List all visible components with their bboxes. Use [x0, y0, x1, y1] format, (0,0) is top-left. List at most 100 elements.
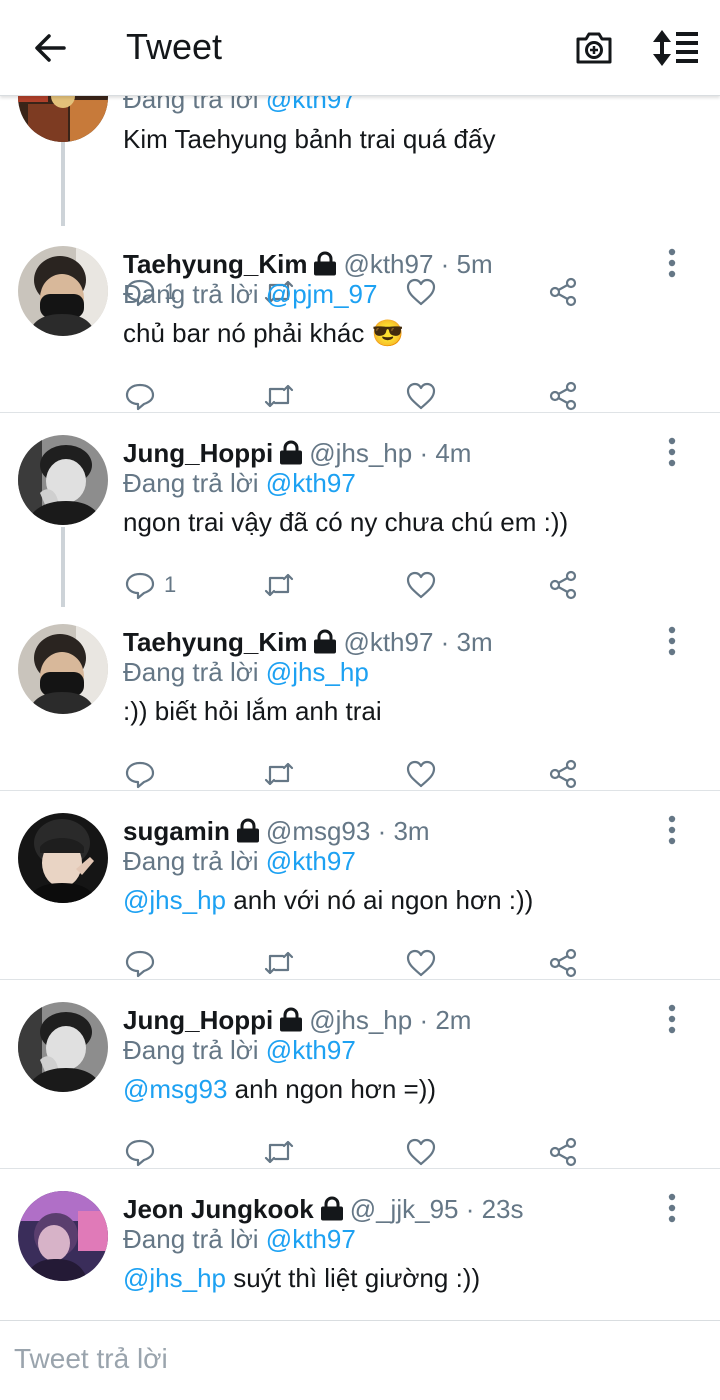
share-button[interactable] — [547, 565, 579, 605]
share-icon — [549, 948, 577, 978]
retweet-icon — [264, 762, 294, 786]
tweet-author[interactable]: Taehyung_Kim @kth97 · 5m — [123, 246, 493, 282]
reply-input-placeholder[interactable]: Tweet trả lời — [14, 1343, 168, 1375]
like-icon — [406, 1138, 436, 1166]
avatar[interactable] — [18, 246, 108, 336]
more-vertical-icon[interactable] — [662, 1002, 682, 1036]
tweet-actions — [0, 376, 720, 416]
text-mention[interactable]: @jhs_hp — [123, 1263, 226, 1293]
tweet-author[interactable]: Jung_Hoppi @jhs_hp · 4m — [123, 435, 471, 471]
share-button[interactable] — [547, 943, 579, 983]
tweet-item[interactable]: Jung_Hoppi @jhs_hp · 2m Đang trả lời @kt… — [0, 980, 720, 1169]
tweet-item[interactable]: Đang trả lời @kth97 Kim Taehyung bảnh tr… — [0, 96, 720, 307]
avatar[interactable] — [18, 813, 108, 903]
more-vertical-icon[interactable] — [662, 435, 682, 469]
handle-and-time: @jhs_hp · 4m — [309, 437, 472, 468]
reply-composer[interactable]: Tweet trả lời — [0, 1320, 720, 1400]
display-name[interactable]: Jeon Jungkook — [123, 1194, 314, 1225]
reply-button[interactable]: 1 — [124, 565, 176, 605]
share-button[interactable] — [547, 1132, 579, 1172]
share-button[interactable] — [547, 754, 579, 794]
avatar[interactable] — [18, 1002, 108, 1092]
sort-icon[interactable] — [652, 26, 702, 70]
retweet-icon — [264, 951, 294, 975]
like-button[interactable] — [405, 754, 437, 794]
more-vertical-icon[interactable] — [662, 1191, 682, 1225]
camera-icon[interactable] — [572, 26, 616, 70]
display-name[interactable]: Taehyung_Kim — [123, 627, 307, 658]
tweet-text: ngon trai vậy đã có ny chưa chú em :)) — [123, 507, 569, 537]
share-icon — [549, 570, 577, 600]
reply-to-mention[interactable]: @pjm_97 — [266, 279, 378, 309]
lock-icon — [320, 1196, 343, 1221]
page-title: Tweet — [126, 26, 223, 67]
tweet-author[interactable]: Jung_Hoppi @jhs_hp · 2m — [123, 1002, 471, 1038]
tweet-item[interactable]: Jeon Jungkook @_jjk_95 · 23s Đang trả lờ… — [0, 1169, 720, 1320]
tweet-text: @jhs_hp suýt thì liệt giường :)) — [123, 1263, 481, 1293]
tweet-item[interactable]: Jung_Hoppi @jhs_hp · 4m Đang trả lời @kt… — [0, 413, 720, 607]
tweet-actions — [0, 943, 720, 983]
tweet-item[interactable]: Taehyung_Kim @kth97 · 3m Đang trả lời @j… — [0, 602, 720, 791]
reply-context: Đang trả lời @kth97 — [123, 846, 356, 876]
reply-button[interactable] — [124, 376, 164, 416]
tweet-author[interactable]: Taehyung_Kim @kth97 · 3m — [123, 624, 493, 660]
reply-to-mention[interactable]: @kth97 — [266, 1035, 356, 1065]
text-mention[interactable]: @jhs_hp — [123, 885, 226, 915]
lock-icon — [236, 818, 259, 843]
avatar[interactable] — [18, 435, 108, 525]
lock-icon — [280, 440, 303, 465]
reply-context: Đang trả lời @kth97 — [123, 468, 356, 498]
reply-button[interactable] — [124, 1132, 164, 1172]
retweet-icon — [264, 384, 294, 408]
tweet-text: @jhs_hp anh với nó ai ngon hơn :)) — [123, 885, 534, 915]
tweet-text: chủ bar nó phải khác 😎 — [123, 318, 404, 348]
reply-button[interactable] — [124, 754, 164, 794]
reply-icon — [125, 761, 155, 789]
tweet-text: Kim Taehyung bảnh trai quá đấy — [123, 124, 496, 154]
conversation-feed[interactable]: Đang trả lời @kth97 Kim Taehyung bảnh tr… — [0, 96, 720, 1320]
like-button[interactable] — [405, 1132, 437, 1172]
share-button[interactable] — [547, 376, 579, 416]
top-bar: Tweet — [0, 0, 720, 96]
avatar[interactable] — [18, 96, 108, 142]
text-mention[interactable]: @msg93 — [123, 1074, 227, 1104]
display-name[interactable]: sugamin — [123, 816, 230, 847]
like-icon — [406, 571, 436, 599]
reply-icon — [125, 1139, 155, 1167]
like-icon — [406, 949, 436, 977]
reply-button[interactable] — [124, 943, 164, 983]
more-vertical-icon[interactable] — [662, 624, 682, 658]
reply-to-mention[interactable]: @kth97 — [266, 846, 356, 876]
tweet-actions — [0, 1132, 720, 1172]
retweet-button[interactable] — [263, 1132, 295, 1172]
avatar[interactable] — [18, 624, 108, 714]
reply-to-mention[interactable]: @jhs_hp — [266, 657, 369, 687]
like-button[interactable] — [405, 376, 437, 416]
like-button[interactable] — [405, 565, 437, 605]
display-name[interactable]: Jung_Hoppi — [123, 438, 273, 469]
retweet-button[interactable] — [263, 565, 295, 605]
tweet-author[interactable]: sugamin @msg93 · 3m — [123, 813, 430, 849]
more-vertical-icon[interactable] — [662, 813, 682, 847]
reply-to-mention[interactable]: @kth97 — [266, 96, 356, 114]
retweet-button[interactable] — [263, 376, 295, 416]
retweet-icon — [264, 573, 294, 597]
avatar[interactable] — [18, 1191, 108, 1281]
display-name[interactable]: Jung_Hoppi — [123, 1005, 273, 1036]
retweet-button[interactable] — [263, 754, 295, 794]
tweet-author[interactable]: Jeon Jungkook @_jjk_95 · 23s — [123, 1191, 524, 1227]
handle-and-time: @kth97 · 3m — [343, 626, 493, 657]
reply-to-mention[interactable]: @kth97 — [266, 468, 356, 498]
share-icon — [549, 381, 577, 411]
like-button[interactable] — [405, 943, 437, 983]
back-arrow-icon[interactable] — [28, 26, 72, 70]
tweet-item[interactable]: sugamin @msg93 · 3m Đang trả lời @kth97 … — [0, 791, 720, 980]
reply-icon — [125, 950, 155, 978]
tweet-text: @msg93 anh ngon hơn =)) — [123, 1074, 437, 1104]
tweet-item[interactable]: Taehyung_Kim @kth97 · 5m Đang trả lời @p… — [0, 224, 720, 413]
display-name[interactable]: Taehyung_Kim — [123, 249, 307, 280]
reply-icon — [125, 383, 155, 411]
retweet-button[interactable] — [263, 943, 295, 983]
reply-to-mention[interactable]: @kth97 — [266, 1224, 356, 1254]
more-vertical-icon[interactable] — [662, 246, 682, 280]
